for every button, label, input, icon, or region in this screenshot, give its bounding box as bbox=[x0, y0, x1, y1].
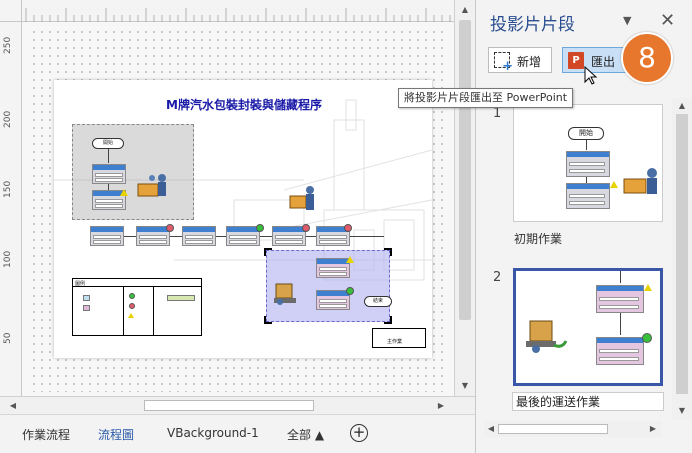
start-group-container[interactable] bbox=[72, 124, 194, 220]
mouse-pointer-icon bbox=[584, 66, 598, 85]
new-snippet-icon bbox=[494, 52, 513, 74]
status-dot-green bbox=[256, 224, 264, 232]
warning-triangle-icon bbox=[644, 284, 652, 291]
ruler-corner bbox=[0, 0, 22, 22]
step-badge: 8 bbox=[621, 32, 673, 84]
stamp-box[interactable]: 主作業 bbox=[372, 328, 426, 348]
powerpoint-icon: P bbox=[568, 52, 584, 69]
ruler-label: 250 bbox=[3, 36, 13, 54]
snippet-number: 2 bbox=[493, 270, 502, 285]
legend-triangle-icon bbox=[128, 313, 134, 318]
legend-swatch bbox=[83, 305, 90, 311]
pane-title: 投影片片段 bbox=[490, 15, 575, 35]
snippet-label-1[interactable]: 初期作業 bbox=[514, 230, 562, 247]
pane-horizontal-scroll-thumb[interactable] bbox=[498, 424, 608, 434]
warning-triangle-icon bbox=[120, 189, 128, 196]
workers-icon bbox=[137, 174, 166, 197]
scroll-right-icon[interactable]: ▶ bbox=[646, 422, 660, 436]
selection-handle[interactable] bbox=[384, 248, 392, 256]
scroll-up-icon[interactable]: ▲ bbox=[675, 99, 689, 113]
legend-swatch bbox=[83, 295, 90, 301]
drawing-canvas-area: 250 200 150 100 50 M牌汽水包裝封裝與儲藏程序 開始 結束 圖… bbox=[0, 0, 475, 453]
selection-handle[interactable] bbox=[384, 316, 392, 324]
vertical-scroll-thumb[interactable] bbox=[459, 20, 471, 320]
tab-flowchart[interactable]: 流程圖 bbox=[98, 426, 134, 443]
horizontal-ruler bbox=[22, 0, 454, 22]
tab-workflow[interactable]: 作業流程 bbox=[22, 426, 70, 443]
thumb-process-shape bbox=[596, 337, 644, 365]
legend-dot-green bbox=[129, 293, 135, 299]
warning-triangle-icon bbox=[346, 256, 354, 263]
status-dot-red bbox=[302, 224, 310, 232]
diagram-title[interactable]: M牌汽水包裝封裝與儲藏程序 bbox=[144, 96, 344, 113]
process-shape[interactable] bbox=[182, 226, 216, 246]
dropdown-arrow-icon[interactable]: ▼ bbox=[623, 14, 631, 27]
delivery-worker-icon bbox=[289, 186, 314, 210]
export-tooltip: 將投影片片段匯出至 PowerPoint bbox=[398, 88, 574, 108]
canvas-vertical-scrollbar[interactable]: ▲ ▼ bbox=[454, 0, 475, 396]
snippet-number: 1 bbox=[493, 106, 502, 121]
status-dot-green bbox=[346, 287, 354, 295]
legend-bar bbox=[167, 295, 195, 301]
add-page-icon[interactable]: + bbox=[350, 424, 368, 442]
process-shape[interactable] bbox=[272, 226, 306, 246]
canvas-horizontal-scrollbar[interactable]: ◀ ▶ bbox=[0, 396, 475, 414]
vertical-ruler: 250 200 150 100 50 bbox=[0, 22, 22, 396]
thumb-process-shape bbox=[566, 183, 610, 209]
scroll-down-icon[interactable]: ▼ bbox=[458, 379, 472, 393]
thumb-pallet-boxes-icon bbox=[526, 320, 568, 353]
pallet-boxes-icon bbox=[274, 283, 296, 305]
warning-triangle-icon bbox=[610, 181, 618, 188]
horizontal-ruler-ticks bbox=[25, 8, 451, 22]
stamp-text: 主作業 bbox=[387, 339, 403, 345]
tab-vbackground[interactable]: VBackground-1 bbox=[167, 426, 259, 440]
tab-all-pages[interactable]: 全部 ▲ bbox=[287, 426, 324, 443]
status-dot-red bbox=[166, 224, 174, 232]
ruler-label: 150 bbox=[3, 180, 13, 198]
ruler-label: 200 bbox=[3, 110, 13, 128]
scroll-up-icon[interactable]: ▲ bbox=[458, 3, 472, 17]
selection-handle[interactable] bbox=[264, 316, 272, 324]
thumb-process-shape bbox=[596, 285, 644, 313]
start-terminator[interactable]: 開始 bbox=[92, 138, 124, 149]
process-shape[interactable] bbox=[136, 226, 170, 246]
scroll-right-icon[interactable]: ▶ bbox=[434, 399, 448, 413]
new-snippet-button[interactable]: 新增 bbox=[488, 47, 552, 74]
process-shape[interactable] bbox=[226, 226, 260, 246]
close-icon[interactable]: ✕ bbox=[660, 10, 675, 31]
process-shape[interactable] bbox=[316, 258, 350, 278]
diagram-page[interactable]: M牌汽水包裝封裝與儲藏程序 開始 結束 圖例 主作業 bbox=[54, 80, 432, 358]
drawing-surface[interactable]: M牌汽水包裝封裝與儲藏程序 開始 結束 圖例 主作業 bbox=[22, 22, 454, 396]
status-dot-green bbox=[642, 333, 652, 343]
page-tab-bar: 作業流程 流程圖 VBackground-1 全部 ▲ + bbox=[0, 414, 475, 453]
scroll-left-icon[interactable]: ◀ bbox=[484, 422, 498, 436]
connector bbox=[108, 149, 109, 163]
ruler-label: 100 bbox=[3, 250, 13, 268]
pane-horizontal-scrollbar[interactable]: ◀ ▶ bbox=[484, 421, 662, 437]
scroll-down-icon[interactable]: ▼ bbox=[675, 404, 689, 418]
thumb-start-terminator: 開始 bbox=[568, 127, 604, 140]
pane-vertical-scrollbar[interactable]: ▲ ▼ bbox=[672, 98, 692, 420]
new-snippet-label: 新增 bbox=[517, 55, 542, 69]
legend-dot-red bbox=[129, 303, 135, 309]
scroll-left-icon[interactable]: ◀ bbox=[6, 399, 20, 413]
process-shape[interactable] bbox=[316, 290, 350, 310]
snippet-name-input[interactable] bbox=[512, 392, 664, 411]
snippet-thumbnail-list[interactable]: 1 開始 初期作業 2 bbox=[476, 98, 672, 420]
process-shape[interactable] bbox=[90, 226, 124, 246]
snippet-thumbnail-2[interactable] bbox=[513, 268, 663, 386]
snippet-thumbnail-1[interactable]: 開始 bbox=[513, 104, 663, 222]
legend-box[interactable]: 圖例 bbox=[72, 278, 202, 336]
status-dot-red bbox=[344, 224, 352, 232]
pane-vertical-scroll-thumb[interactable] bbox=[676, 114, 688, 394]
thumb-process-shape bbox=[566, 151, 610, 177]
ruler-label: 50 bbox=[3, 332, 13, 344]
end-terminator[interactable]: 結束 bbox=[364, 296, 392, 307]
process-shape[interactable] bbox=[92, 164, 126, 184]
horizontal-scroll-thumb[interactable] bbox=[144, 400, 314, 411]
thumb-workers-icon bbox=[623, 168, 657, 194]
selection-handle[interactable] bbox=[264, 248, 272, 256]
